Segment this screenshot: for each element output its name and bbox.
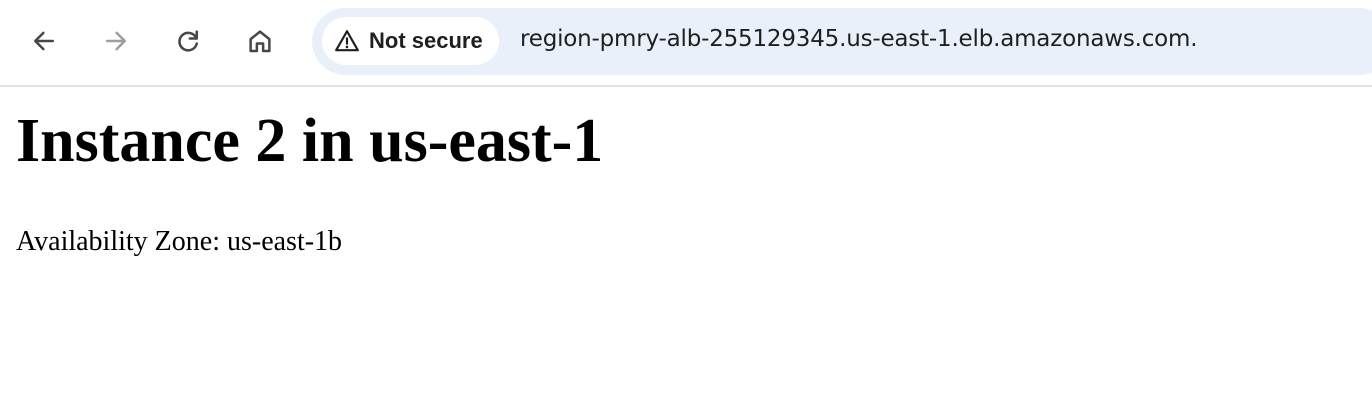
reload-icon (178, 30, 198, 52)
browser-toolbar: Not secure region-pmry-alb-255129345.us-… (0, 0, 1372, 87)
not-secure-label: Not secure (369, 28, 483, 53)
forward-button[interactable] (96, 21, 136, 61)
availability-zone-text: Availability Zone: us-east-1b (16, 226, 343, 257)
page-content: Instance 2 in us-east-1 Availability Zon… (16, 88, 1356, 258)
address-bar[interactable]: Not secure region-pmry-alb-255129345.us-… (312, 8, 1372, 75)
back-button[interactable] (24, 21, 64, 61)
url-text[interactable]: region-pmry-alb-255129345.us-east-1.elb.… (520, 26, 1198, 52)
page-heading: Instance 2 in us-east-1 (16, 107, 604, 175)
arrow-left-icon (34, 31, 54, 51)
warning-triangle-icon (335, 30, 359, 52)
security-indicator[interactable]: Not secure (322, 17, 499, 65)
home-button[interactable] (240, 21, 280, 61)
home-icon (249, 30, 271, 53)
reload-button[interactable] (168, 21, 208, 61)
arrow-right-icon (106, 31, 126, 51)
